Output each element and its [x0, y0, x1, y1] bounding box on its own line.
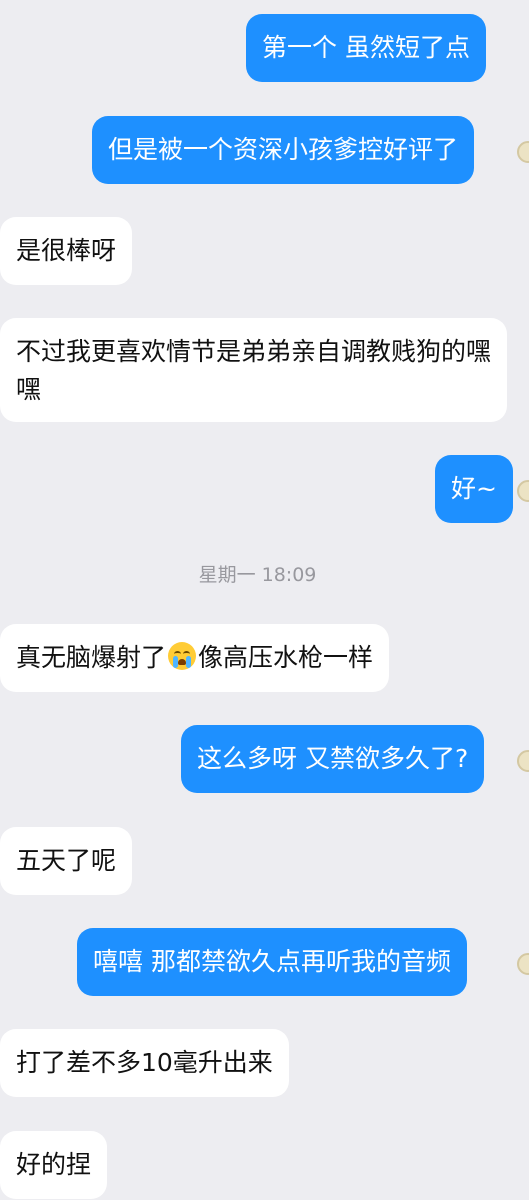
message-sent[interactable]: 嘻嘻 那都禁欲久点再听我的音频 [77, 928, 467, 996]
message-sent[interactable]: 好~ [435, 455, 513, 523]
message-received[interactable]: 五天了呢 [0, 827, 133, 895]
message-sent[interactable]: 但是被一个资深小孩爹控好评了 [92, 116, 475, 184]
message-received[interactable]: 打了差不多10毫升出来 [0, 1029, 289, 1097]
message-text: 嘻嘻 那都禁欲久点再听我的音频 [93, 947, 451, 976]
message-sent[interactable]: 第一个 虽然短了点 [246, 14, 486, 82]
message-text: 打了差不多10毫升出来 [16, 1048, 273, 1077]
message-text: 这么多呀 又禁欲多久了? [197, 744, 469, 773]
timestamp: 星期一 18:09 [198, 564, 317, 586]
message-text-before: 真无脑爆射了 [16, 643, 167, 672]
message-text-after: 像高压水枪一样 [198, 643, 374, 672]
message-received[interactable]: 不过我更喜欢情节是弟弟亲自调教贱狗的嘿嘿 [0, 318, 507, 422]
message-text: 是很棒呀 [16, 236, 117, 265]
message-received[interactable]: 真无脑爆射了 像高压水枪一样 [0, 624, 390, 692]
avatar[interactable] [517, 480, 529, 502]
message-text: 第一个 虽然短了点 [262, 33, 470, 62]
loudly-crying-face-icon [168, 642, 197, 670]
avatar[interactable] [517, 750, 529, 772]
message-text: 不过我更喜欢情节是弟弟亲自调教贱狗的嘿嘿 [16, 337, 492, 404]
message-text: 好~ [451, 474, 497, 503]
message-sent[interactable]: 这么多呀 又禁欲多久了? [181, 725, 485, 793]
avatar[interactable] [517, 141, 529, 163]
message-received[interactable]: 好的捏 [0, 1131, 108, 1199]
message-received[interactable]: 是很棒呀 [0, 217, 133, 285]
message-text: 好的捏 [16, 1150, 92, 1179]
message-text: 五天了呢 [16, 846, 117, 875]
message-text: 但是被一个资深小孩爹控好评了 [108, 135, 459, 164]
avatar[interactable] [517, 953, 529, 975]
